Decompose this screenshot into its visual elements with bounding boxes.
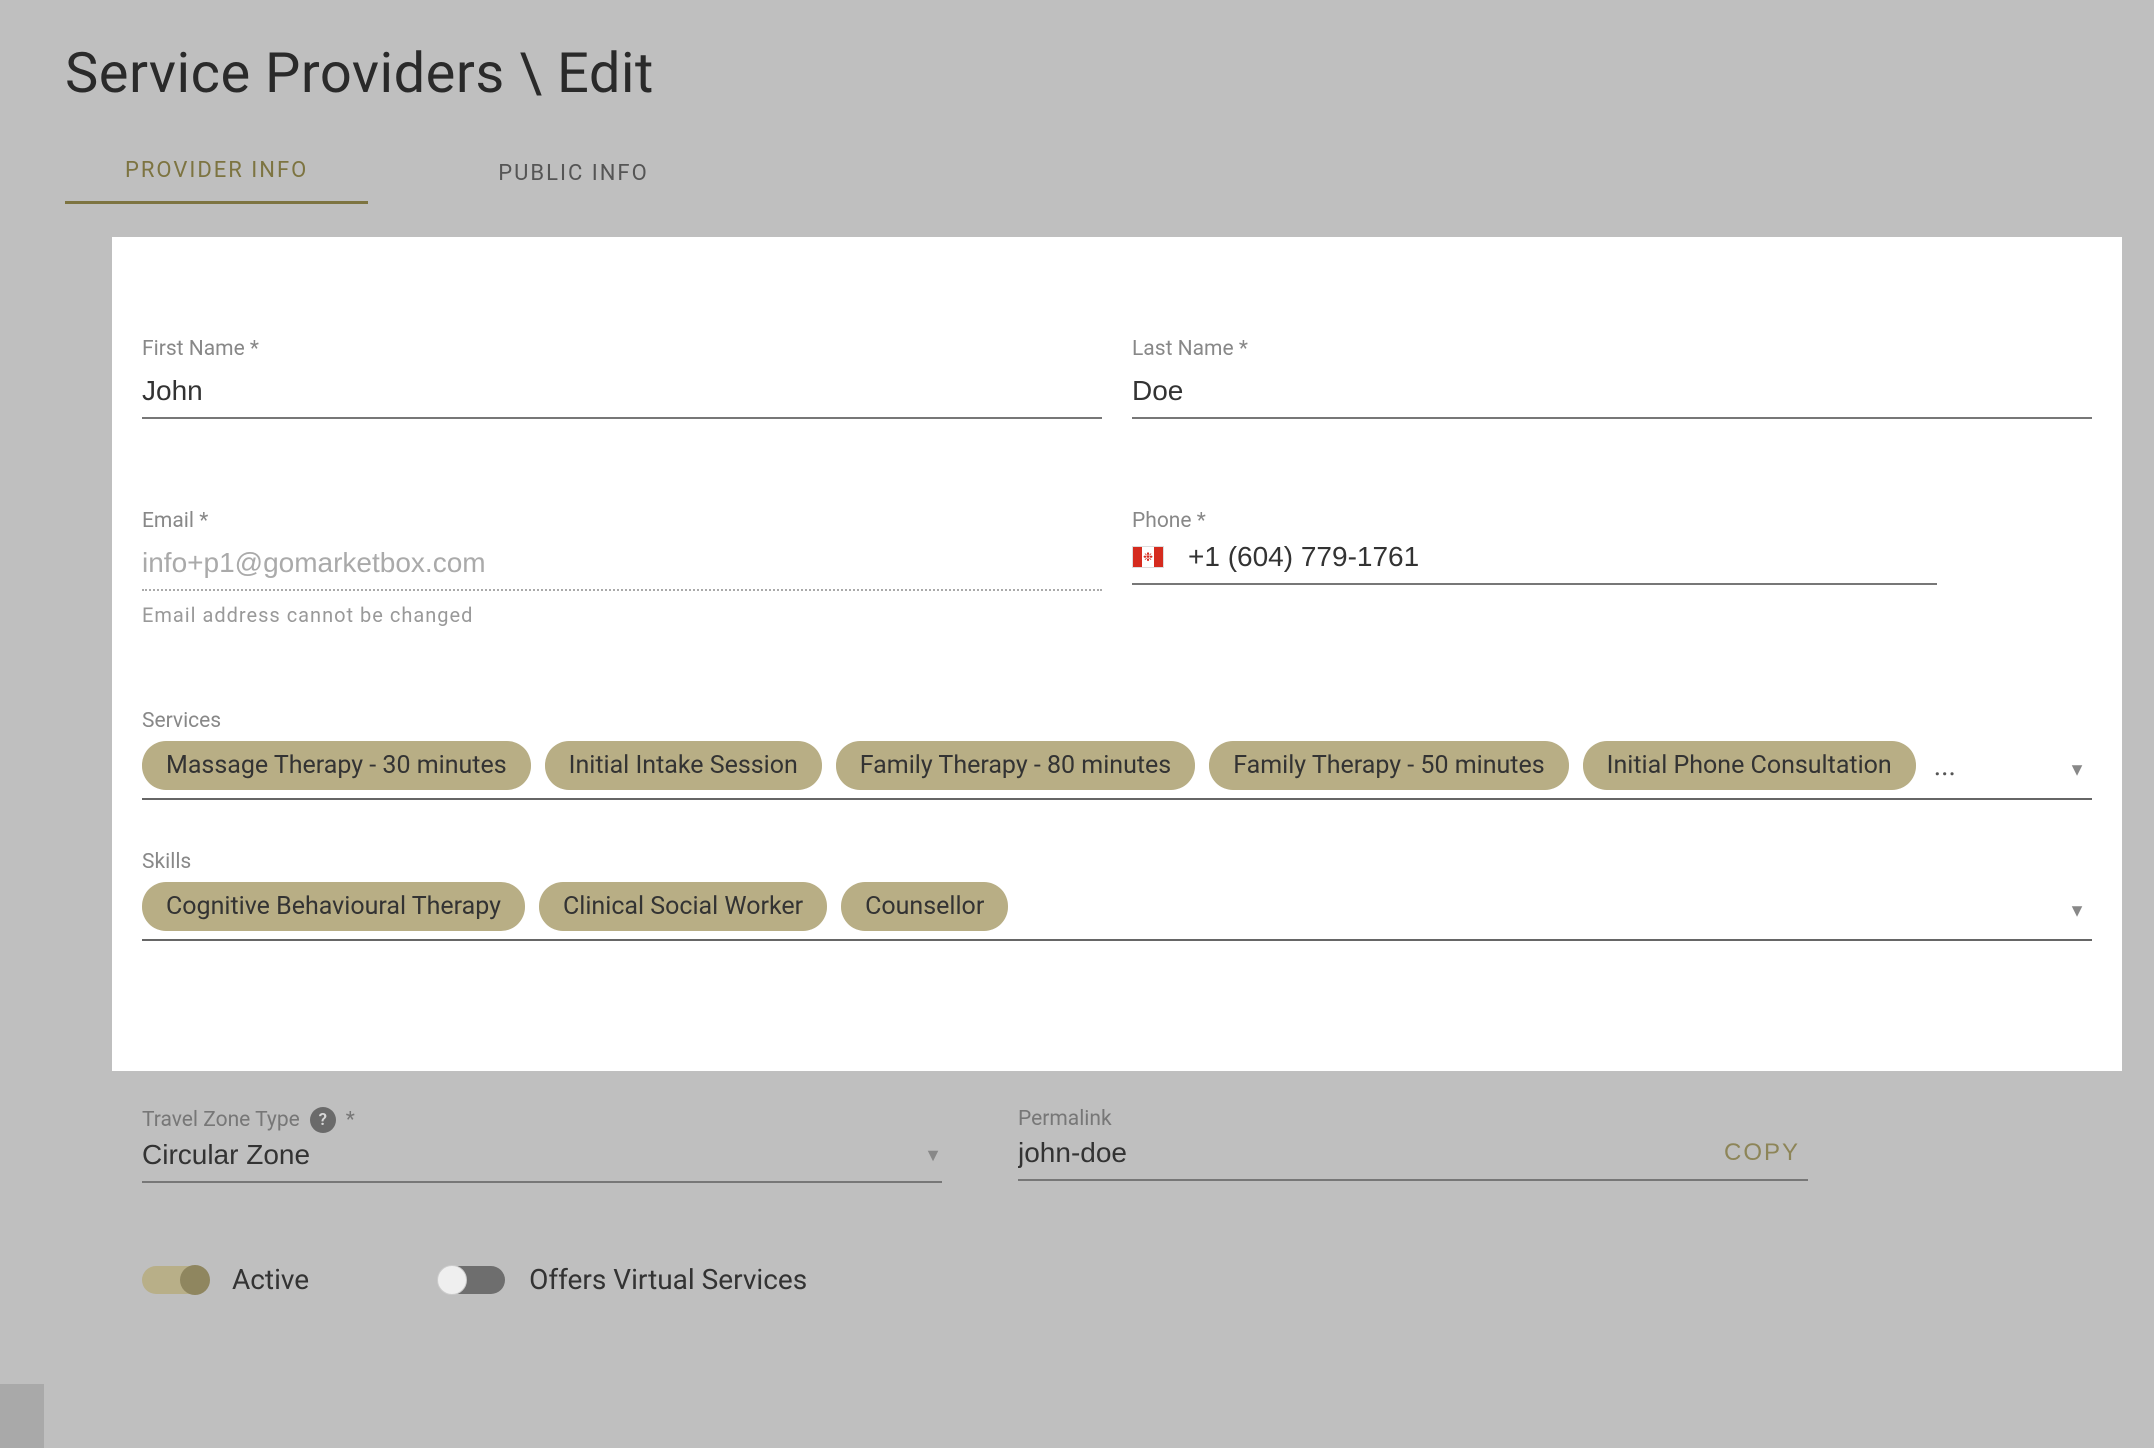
- phone-label: Phone *: [1132, 509, 2092, 533]
- tab-label: PROVIDER INFO: [125, 158, 308, 183]
- last-name-label: Last Name *: [1132, 337, 2092, 361]
- skills-label: Skills: [142, 850, 2092, 874]
- service-chip[interactable]: Initial Intake Session: [545, 741, 822, 790]
- service-chip[interactable]: Massage Therapy - 30 minutes: [142, 741, 531, 790]
- first-name-label: First Name *: [142, 337, 1102, 361]
- email-field: Email * Email address cannot be changed: [142, 509, 1102, 627]
- canada-flag-icon[interactable]: ❉: [1132, 546, 1164, 568]
- permalink-input[interactable]: [1018, 1137, 1716, 1169]
- travel-zone-select[interactable]: ▼: [142, 1139, 942, 1183]
- travel-zone-label: Travel Zone Type: [142, 1108, 300, 1132]
- tab-public-info[interactable]: PUBLIC INFO: [438, 151, 708, 204]
- email-label: Email *: [142, 509, 1102, 533]
- virtual-toggle-label: Offers Virtual Services: [529, 1263, 807, 1296]
- first-name-field: First Name *: [142, 337, 1102, 419]
- service-chip[interactable]: Family Therapy - 80 minutes: [836, 741, 1195, 790]
- help-icon[interactable]: ?: [310, 1107, 336, 1133]
- last-name-input[interactable]: [1132, 369, 2092, 419]
- last-name-field: Last Name *: [1132, 337, 2092, 419]
- services-select[interactable]: Massage Therapy - 30 minutes Initial Int…: [142, 741, 2092, 800]
- active-toggle-label: Active: [232, 1263, 309, 1296]
- service-chip[interactable]: Initial Phone Consultation: [1583, 741, 1916, 790]
- copy-button[interactable]: COPY: [1716, 1139, 1808, 1167]
- virtual-services-toggle[interactable]: [439, 1266, 505, 1294]
- active-toggle[interactable]: [142, 1266, 208, 1294]
- travel-zone-value[interactable]: [142, 1139, 912, 1171]
- phone-input[interactable]: [1188, 541, 1937, 573]
- tabs: PROVIDER INFO PUBLIC INFO: [0, 148, 2154, 204]
- travel-zone-field: Travel Zone Type ? * ▼: [142, 1107, 942, 1183]
- phone-field: Phone * ❉: [1132, 509, 2092, 627]
- page-title: Service Providers \ Edit: [0, 0, 2154, 106]
- skills-select[interactable]: Cognitive Behavioural Therapy Clinical S…: [142, 882, 2092, 941]
- chevron-down-icon[interactable]: ▼: [2068, 900, 2086, 921]
- corner-decoration: [0, 1384, 44, 1448]
- tab-label: PUBLIC INFO: [498, 161, 648, 186]
- permalink-field: Permalink COPY: [1018, 1107, 1808, 1183]
- email-help-text: Email address cannot be changed: [142, 603, 1102, 627]
- skill-chip[interactable]: Cognitive Behavioural Therapy: [142, 882, 525, 931]
- permalink-label: Permalink: [1018, 1107, 1112, 1131]
- service-chip[interactable]: Family Therapy - 50 minutes: [1209, 741, 1568, 790]
- required-marker: *: [346, 1108, 355, 1132]
- skill-chip[interactable]: Clinical Social Worker: [539, 882, 827, 931]
- services-label: Services: [142, 709, 2092, 733]
- email-input: [142, 541, 1102, 591]
- skill-chip[interactable]: Counsellor: [841, 882, 1008, 931]
- tab-provider-info[interactable]: PROVIDER INFO: [65, 148, 368, 204]
- chevron-down-icon[interactable]: ▼: [2068, 759, 2086, 780]
- first-name-input[interactable]: [142, 369, 1102, 419]
- chevron-down-icon[interactable]: ▼: [924, 1145, 942, 1166]
- services-overflow-ellipsis: ...: [1934, 749, 1956, 782]
